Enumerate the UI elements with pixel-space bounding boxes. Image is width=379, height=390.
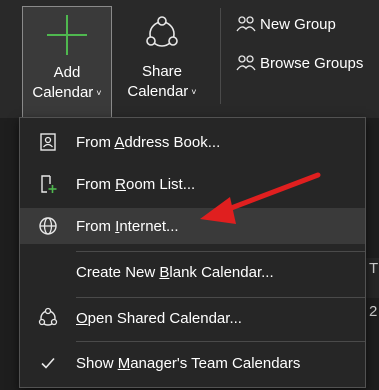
menu-item-from-room-list[interactable]: From Room List...	[20, 166, 365, 202]
menu-item-from-address-book[interactable]: From Address Book...	[20, 124, 365, 160]
menu-item-from-internet[interactable]: From Internet...	[20, 208, 365, 244]
menu-item-label-suffix: lank Calendar...	[169, 263, 274, 281]
menu-item-accesskey: R	[115, 175, 127, 193]
menu-item-label-suffix: oom List...	[126, 175, 196, 193]
address-book-icon	[40, 133, 56, 151]
share-calendar-button[interactable]: Share Calendar ˅	[116, 6, 208, 118]
chevron-down-icon: ˅	[96, 88, 102, 99]
menu-item-label-suffix: ddress Book...	[124, 133, 221, 151]
add-calendar-label-line1: Add	[53, 64, 81, 81]
browse-groups-button[interactable]: Browse Groups	[236, 51, 363, 75]
new-group-button[interactable]: New Group	[236, 12, 336, 36]
checkmark-icon	[41, 357, 55, 369]
menu-item-create-blank-calendar[interactable]: Create New Blank Calendar...	[20, 254, 365, 290]
group-icon	[236, 16, 256, 32]
add-calendar-label-line2: Calendar	[32, 84, 94, 101]
menu-item-accesskey: B	[159, 263, 170, 281]
browse-groups-icon	[236, 55, 256, 71]
menu-item-label-prefix: From	[76, 133, 115, 151]
menu-item-label-suffix: anager's Team Calendars	[130, 354, 301, 372]
menu-item-label-suffix: nternet...	[119, 217, 179, 235]
chevron-down-icon: ˅	[191, 87, 197, 98]
menu-item-accesskey: M	[117, 354, 131, 372]
ribbon: Add Calendar ˅ Share Calendar ˅ New Grou…	[0, 0, 379, 118]
menu-separator	[76, 251, 365, 252]
menu-separator	[76, 341, 365, 342]
menu-separator	[76, 297, 365, 298]
share-calendar-label-line1: Share	[141, 63, 183, 80]
menu-item-open-shared-calendar[interactable]: Open Shared Calendar...	[20, 300, 365, 336]
menu-item-label-prefix: Show	[76, 354, 118, 372]
room-list-icon	[41, 175, 57, 193]
background-cell-snippet: 2	[369, 303, 378, 320]
plus-icon	[47, 15, 87, 55]
menu-item-label-prefix: Create New	[76, 263, 160, 281]
share-calendar-label-line2: Calendar	[127, 83, 189, 100]
menu-item-show-managers-team-calendars[interactable]: Show Manager's Team Calendars	[20, 345, 365, 381]
share-calendar-icon	[146, 16, 178, 47]
share-icon	[38, 307, 58, 326]
menu-item-label-prefix: From	[76, 175, 116, 193]
globe-icon	[39, 217, 57, 235]
add-calendar-button[interactable]: Add Calendar ˅	[22, 6, 112, 118]
browse-groups-label: Browse Groups	[260, 54, 364, 72]
menu-item-accesskey: A	[114, 133, 125, 151]
add-calendar-dropdown-menu: From Address Book... From Room List... F…	[19, 117, 366, 388]
new-group-label: New Group	[260, 15, 336, 33]
background-header-snippet: T	[369, 260, 379, 277]
ribbon-divider	[220, 8, 221, 104]
menu-item-label-prefix: From	[76, 217, 116, 235]
menu-item-accesskey: O	[76, 309, 88, 327]
menu-item-label-suffix: pen Shared Calendar...	[87, 309, 242, 327]
